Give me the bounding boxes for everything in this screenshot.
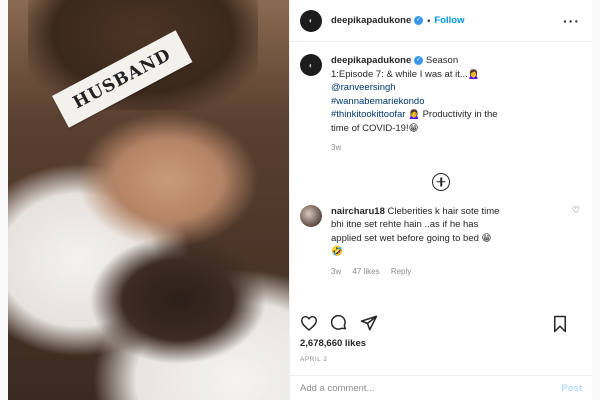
caption-meta: 3w xyxy=(331,141,501,155)
page-background: HUSBAND ◐ deepikapadukone ✓ • Follow ···… xyxy=(0,0,600,400)
caption-mention[interactable]: @ranveersingh xyxy=(331,82,396,93)
post-photo[interactable]: HUSBAND xyxy=(8,0,289,400)
follow-button[interactable]: Follow xyxy=(434,15,464,26)
caption-time: 3w xyxy=(331,143,342,152)
caption-avatar[interactable]: ◐ xyxy=(300,54,322,76)
post-header: ◐ deepikapadukone ✓ • Follow ··· xyxy=(290,0,592,42)
author-username[interactable]: deepikapadukone xyxy=(331,15,411,26)
heart-icon[interactable] xyxy=(300,315,318,331)
comment-icon[interactable] xyxy=(330,314,348,332)
add-comment-bar: Post xyxy=(290,375,592,400)
post-side-panel: ◐ deepikapadukone ✓ • Follow ··· ◐ deepi… xyxy=(289,0,592,400)
comment-likes[interactable]: 47 likes xyxy=(352,267,379,276)
author-avatar[interactable]: ◐ xyxy=(300,9,322,32)
comment-row: naircharu18 Cleberities k hair sote time… xyxy=(300,204,582,279)
caption-body: deepikapadukone ✓ Season 1:Episode 7: & w… xyxy=(331,54,501,155)
comment-reply-button[interactable]: Reply xyxy=(391,267,411,276)
caption-username[interactable]: deepikapadukone xyxy=(331,55,411,66)
commenter-avatar[interactable] xyxy=(300,204,322,227)
comment-like-heart-icon[interactable]: ♡ xyxy=(572,205,580,216)
post-date[interactable]: APRIL 2 xyxy=(300,356,327,363)
caption-verified-badge-icon: ✓ xyxy=(414,55,424,65)
commenter-username[interactable]: naircharu18 xyxy=(331,206,385,217)
caption-hashtag-2[interactable]: #thinkitookittoofar xyxy=(331,109,405,120)
post-comment-button[interactable]: Post xyxy=(561,383,582,394)
instagram-post: HUSBAND ◐ deepikapadukone ✓ • Follow ···… xyxy=(8,0,592,400)
action-bar xyxy=(290,306,592,340)
comment-body: naircharu18 Cleberities k hair sote time… xyxy=(331,205,501,279)
caption-hashtag-1[interactable]: #wannabemariekondo xyxy=(331,96,424,107)
share-icon[interactable] xyxy=(360,314,378,332)
caption-row: ◐ deepikapadukone ✓ Season 1:Episode 7: &… xyxy=(300,54,582,155)
likes-count[interactable]: 2,678,660 likes xyxy=(300,338,366,349)
verified-badge-icon: ✓ xyxy=(414,16,424,25)
comment-meta: 3w 47 likes Reply xyxy=(331,265,501,279)
header-separator: • xyxy=(427,15,431,26)
comment-time: 3w xyxy=(331,266,342,276)
comments-section: ◐ deepikapadukone ✓ Season 1:Episode 7: &… xyxy=(290,42,592,300)
bookmark-icon[interactable] xyxy=(552,315,568,333)
ellipsis-icon[interactable]: ··· xyxy=(563,13,580,29)
plus-circle-icon[interactable] xyxy=(432,172,450,191)
add-comment-input[interactable] xyxy=(300,382,562,394)
